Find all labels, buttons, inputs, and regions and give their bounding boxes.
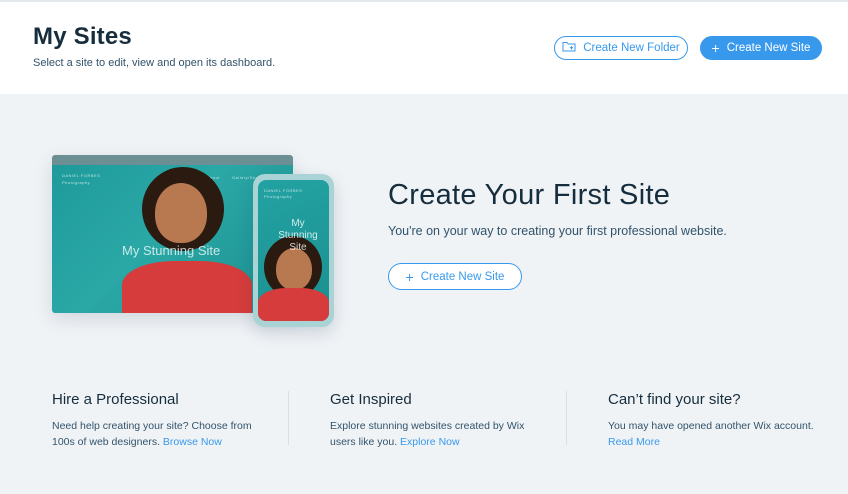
hero-title: Create Your First Site	[388, 179, 671, 211]
create-new-site-button[interactable]: + Create New Site	[700, 36, 822, 60]
divider	[288, 391, 289, 445]
hero-subtitle: You're on your way to creating your firs…	[388, 224, 727, 238]
page-header: My Sites Select a site to edit, view and…	[0, 0, 848, 94]
create-new-site-label: Create New Site	[726, 42, 811, 54]
phone-mockup: DANIEL FORBES Photography My Stunning Si…	[253, 174, 334, 327]
hero-create-new-site-button[interactable]: + Create New Site	[388, 263, 522, 290]
create-new-folder-button[interactable]: Create New Folder	[554, 36, 688, 60]
phone-site-title: My Stunning Site	[278, 218, 318, 253]
info-text: You may have opened another Wix account.…	[608, 420, 814, 448]
explore-now-link[interactable]: Explore Now	[400, 436, 460, 448]
phone-brand-tagline: Photography	[264, 194, 293, 199]
info-text: Explore stunning websites created by Wix…	[330, 420, 525, 448]
person-face	[155, 183, 207, 243]
browse-now-link[interactable]: Browse Now	[163, 436, 222, 448]
page-subtitle: Select a site to edit, view and open its…	[33, 57, 276, 69]
hero-create-new-site-label: Create New Site	[420, 270, 505, 283]
info-title: Hire a Professional	[52, 391, 179, 408]
browser-bar	[52, 155, 293, 168]
page-title: My Sites	[33, 23, 132, 50]
info-cant-find-site: Can’t find your site? You may have opene…	[608, 391, 818, 450]
folder-plus-icon	[562, 41, 576, 55]
person-shirt	[122, 261, 252, 313]
phone-screen: DANIEL FORBES Photography My Stunning Si…	[258, 180, 329, 321]
phone-person-face	[276, 248, 312, 290]
brand-tagline: Photography	[62, 180, 91, 185]
info-title: Get Inspired	[330, 391, 412, 408]
plus-icon: +	[405, 268, 414, 285]
create-new-folder-label: Create New Folder	[583, 42, 680, 54]
read-more-link[interactable]: Read More	[608, 436, 660, 448]
info-title: Can’t find your site?	[608, 391, 741, 408]
info-hire-professional: Hire a Professional Need help creating y…	[52, 391, 262, 450]
desktop-site-title: My Stunning Site	[122, 243, 221, 258]
phone-brand-name: DANIEL FORBES	[264, 188, 303, 193]
info-get-inspired: Get Inspired Explore stunning websites c…	[330, 391, 540, 450]
plus-icon: +	[711, 40, 720, 56]
brand-name: DANIEL FORBES	[62, 173, 101, 178]
divider	[566, 391, 567, 445]
phone-person-shirt	[258, 288, 329, 321]
info-text: Need help creating your site? Choose fro…	[52, 420, 252, 448]
hero-illustration: DANIEL FORBES Photography Home About Gal…	[52, 155, 336, 330]
